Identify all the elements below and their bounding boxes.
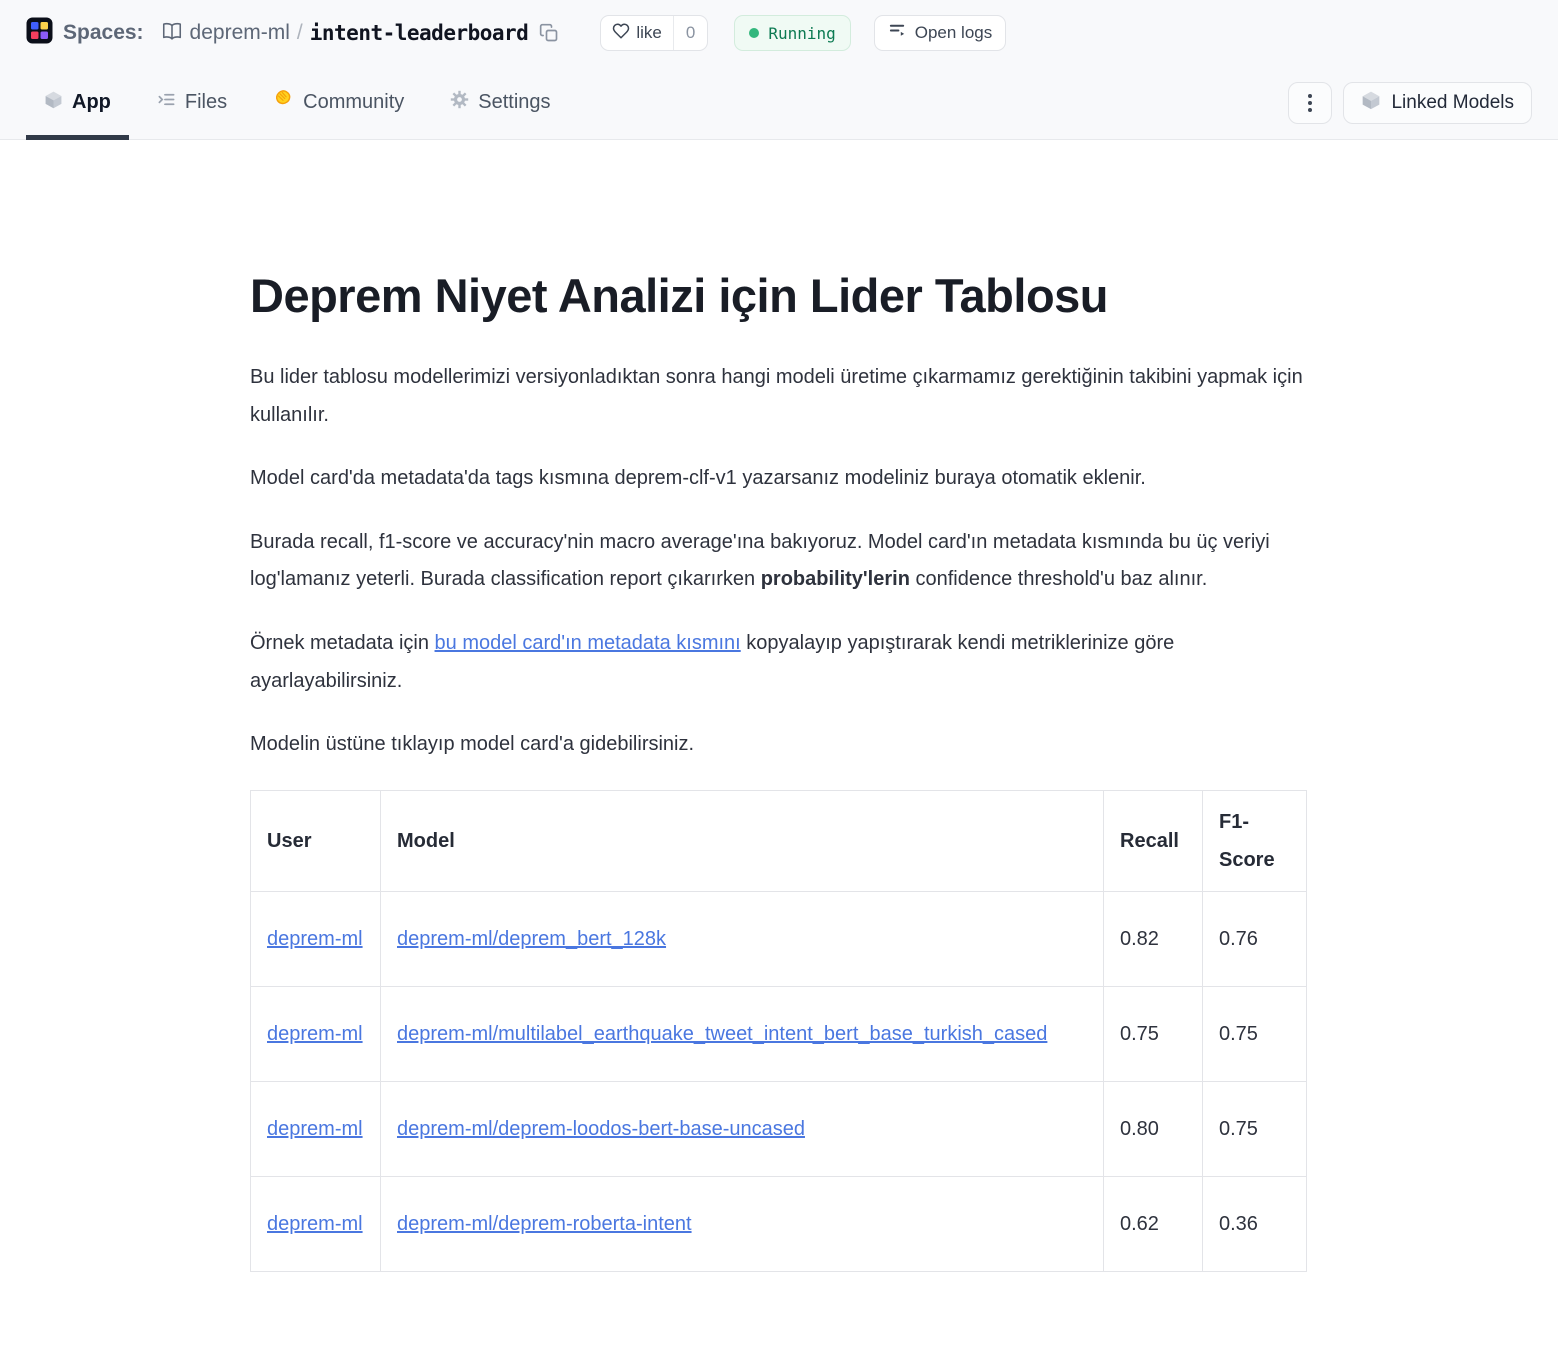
f1-value: 0.75 — [1203, 1081, 1307, 1176]
click-model-paragraph: Modelin üstüne tıklayıp model card'a gid… — [250, 726, 1308, 764]
space-name-link[interactable]: intent-leaderboard — [310, 21, 529, 45]
example-text-pre: Örnek metadata için — [250, 632, 435, 654]
f1-value: 0.36 — [1203, 1176, 1307, 1271]
user-link[interactable]: deprem-ml — [267, 1118, 363, 1140]
book-icon — [161, 20, 183, 47]
f1-value: 0.75 — [1203, 986, 1307, 1081]
column-header-user: User — [251, 790, 381, 891]
status-text: Running — [768, 24, 835, 43]
metrics-text-bold: probability'lerin — [761, 568, 910, 590]
cube-icon — [1361, 90, 1381, 116]
space-breadcrumb: deprem-ml / intent-leaderboard — [161, 20, 560, 47]
tab-settings[interactable]: Settings — [432, 66, 568, 139]
huggingface-spaces-logo-icon — [26, 17, 53, 49]
intro-paragraph: Bu lider tablosu modellerimizi versiyonl… — [250, 359, 1308, 434]
model-link[interactable]: deprem-ml/deprem-roberta-intent — [397, 1213, 692, 1235]
tab-files-label: Files — [185, 91, 227, 114]
tab-files[interactable]: Files — [139, 66, 245, 139]
column-header-recall: Recall — [1104, 790, 1203, 891]
linked-models-label: Linked Models — [1391, 92, 1514, 114]
model-link[interactable]: deprem-ml/deprem_bert_128k — [397, 928, 666, 950]
recall-value: 0.80 — [1104, 1081, 1203, 1176]
recall-value: 0.82 — [1104, 891, 1203, 986]
table-row: deprem-ml deprem-ml/deprem-loodos-bert-b… — [251, 1081, 1307, 1176]
metrics-text-post: confidence threshold'u baz alınır. — [910, 568, 1207, 590]
status-dot-icon — [749, 28, 759, 38]
tags-text: Model card'da metadata'da tags kısmına d… — [250, 467, 1146, 489]
table-header-row: User Model Recall F1-Score — [251, 790, 1307, 891]
f1-value: 0.76 — [1203, 891, 1307, 986]
kebab-icon — [1308, 94, 1312, 112]
metrics-paragraph: Burada recall, f1-score ve accuracy'nin … — [250, 524, 1308, 599]
status-badge[interactable]: Running — [734, 15, 850, 51]
space-header-row: Spaces: deprem-ml / intent-leaderboard — [0, 0, 1558, 66]
model-link[interactable]: deprem-ml/multilabel_earthquake_tweet_in… — [397, 1023, 1047, 1045]
recall-value: 0.75 — [1104, 986, 1203, 1081]
like-widget: like 0 — [600, 15, 708, 51]
file-tree-icon — [157, 90, 176, 115]
tabbar-spacer — [569, 66, 1289, 139]
model-card-metadata-link[interactable]: bu model card'ın metadata kısmını — [435, 632, 741, 654]
space-tabbar: App Files — [0, 66, 1558, 139]
user-link[interactable]: deprem-ml — [267, 1213, 363, 1235]
page-title: Deprem Niyet Analizi için Lider Tablosu — [250, 268, 1308, 323]
table-row: deprem-ml deprem-ml/deprem_bert_128k 0.8… — [251, 891, 1307, 986]
open-logs-button[interactable]: Open logs — [874, 15, 1007, 51]
tab-community-label: Community — [303, 91, 404, 114]
logs-icon — [888, 21, 907, 45]
tabs: App Files — [26, 66, 569, 139]
user-link[interactable]: deprem-ml — [267, 1023, 363, 1045]
intro-text: Bu lider tablosu modellerimizi versiyonl… — [250, 366, 1303, 426]
example-metadata-paragraph: Örnek metadata için bu model card'ın met… — [250, 625, 1308, 700]
tab-app[interactable]: App — [26, 66, 129, 139]
spaces-brand[interactable]: Spaces: — [26, 17, 144, 49]
column-header-model: Model — [381, 790, 1104, 891]
model-link[interactable]: deprem-ml/deprem-loodos-bert-base-uncase… — [397, 1118, 805, 1140]
open-logs-label: Open logs — [915, 23, 993, 43]
user-link[interactable]: deprem-ml — [267, 928, 363, 950]
waving-hand-icon — [273, 89, 294, 116]
recall-value: 0.62 — [1104, 1176, 1203, 1271]
column-header-f1: F1-Score — [1203, 790, 1307, 891]
owner-link[interactable]: deprem-ml — [190, 21, 290, 45]
like-label: like — [636, 23, 662, 43]
app-content: Deprem Niyet Analizi için Lider Tablosu … — [250, 140, 1308, 1272]
cube-icon — [44, 90, 63, 115]
tab-app-label: App — [72, 91, 111, 114]
leaderboard-table: User Model Recall F1-Score deprem-ml dep… — [250, 790, 1307, 1272]
table-row: deprem-ml deprem-ml/deprem-roberta-inten… — [251, 1176, 1307, 1271]
spaces-label: Spaces: — [63, 21, 144, 45]
more-options-button[interactable] — [1288, 82, 1332, 124]
tab-settings-label: Settings — [478, 91, 550, 114]
breadcrumb-slash: / — [297, 21, 303, 45]
click-model-text: Modelin üstüne tıklayıp model card'a gid… — [250, 733, 694, 755]
tags-paragraph: Model card'da metadata'da tags kısmına d… — [250, 460, 1308, 498]
tabbar-actions: Linked Models — [1288, 66, 1532, 139]
gear-icon — [450, 90, 469, 115]
linked-models-button[interactable]: Linked Models — [1343, 82, 1532, 124]
like-count[interactable]: 0 — [673, 16, 707, 50]
table-row: deprem-ml deprem-ml/multilabel_earthquak… — [251, 986, 1307, 1081]
copy-name-button[interactable] — [539, 23, 559, 43]
heart-icon — [612, 22, 630, 45]
like-button[interactable]: like — [601, 22, 673, 45]
space-header: Spaces: deprem-ml / intent-leaderboard — [0, 0, 1558, 140]
tab-community[interactable]: Community — [255, 66, 422, 139]
